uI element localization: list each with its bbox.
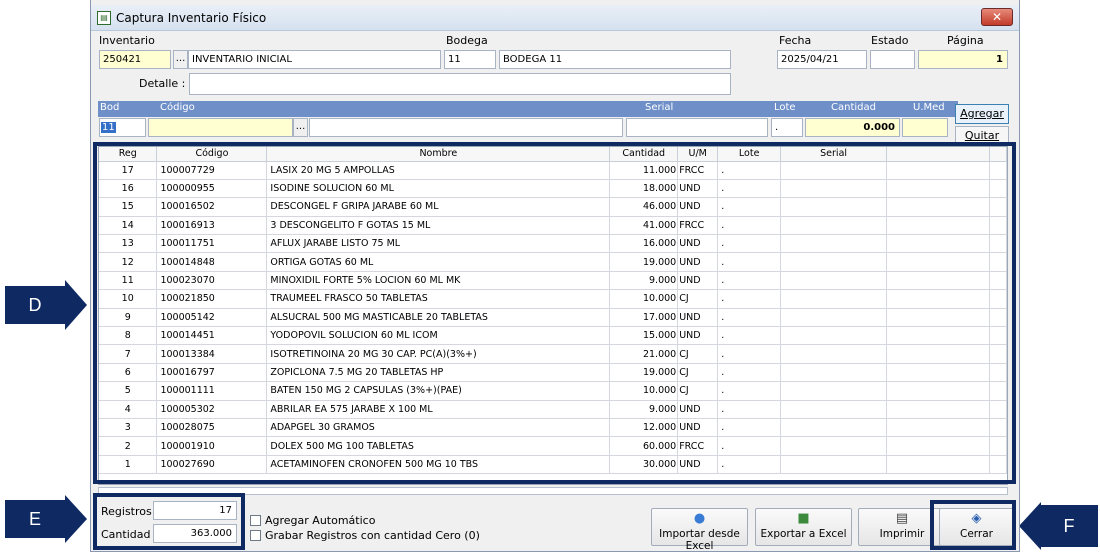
entry-lote-field[interactable]: . (771, 118, 803, 137)
importar-excel-button[interactable]: ● Importar desde Excel (651, 508, 748, 552)
agregar-automatico-label: Agregar Automático (265, 514, 376, 527)
entry-cantidad-label: Cantidad (831, 102, 876, 113)
detalle-field[interactable] (189, 73, 731, 95)
estado-label: Estado (871, 34, 909, 47)
bodega-name-field[interactable]: BODEGA 11 (499, 50, 731, 69)
estado-field[interactable] (870, 50, 915, 69)
agregar-automatico-checkbox[interactable] (250, 515, 261, 526)
highlight-f (930, 500, 1016, 550)
inventario-code-field[interactable]: 250421 (99, 50, 171, 69)
highlight-e (93, 493, 245, 550)
imprimir-label: Imprimir (879, 528, 925, 540)
callout-f-label: F (1063, 516, 1075, 536)
exportar-excel-label: Exportar a Excel (760, 528, 847, 540)
entry-codigo-lookup-button[interactable]: ... (293, 118, 308, 137)
callout-e: E (5, 500, 65, 538)
grabar-cero-checkbox[interactable] (250, 530, 261, 541)
detalle-label: Detalle : (139, 77, 186, 90)
callout-e-label: E (28, 509, 41, 529)
entry-codigo-field[interactable] (148, 118, 293, 137)
entry-bod-selection: 11 (101, 122, 116, 133)
entry-codigo-label: Código (160, 102, 195, 113)
entry-umed-label: U.Med (913, 102, 945, 113)
app-icon: ▤ (97, 11, 111, 25)
pagina-label: Página (947, 34, 984, 47)
agregar-button[interactable]: Agregar (955, 104, 1009, 124)
callout-e-arrow (65, 495, 87, 543)
inventario-lookup-button[interactable]: ... (173, 50, 188, 69)
title-bar: ▤ Captura Inventario Físico ✕ (91, 5, 1019, 31)
inventario-name-field[interactable]: INVENTARIO INICIAL (188, 50, 441, 69)
entry-umed-field[interactable] (902, 118, 948, 137)
close-button[interactable]: ✕ (981, 8, 1013, 26)
exportar-excel-button[interactable]: ■ Exportar a Excel (755, 508, 852, 546)
grabar-cero-label: Grabar Registros con cantidad Cero (0) (265, 529, 480, 542)
entry-bod-field[interactable]: 11 (99, 118, 146, 137)
entry-serial-label: Serial (645, 102, 674, 113)
entry-nombre-field[interactable] (309, 118, 623, 137)
people-icon: ● (693, 511, 706, 526)
entry-lote-label: Lote (774, 102, 796, 113)
briefcase-icon: ■ (797, 511, 810, 526)
callout-f: F (1040, 505, 1098, 547)
bodega-label: Bodega (446, 34, 488, 47)
importar-excel-label: Importar desde Excel (659, 528, 740, 552)
entry-bod-label: Bod (100, 102, 120, 113)
callout-d-arrow (65, 280, 87, 330)
fecha-field[interactable]: 2025/04/21 (777, 50, 867, 69)
pagina-field[interactable]: 1 (918, 50, 1008, 69)
fecha-label: Fecha (779, 34, 812, 47)
callout-d: D (5, 286, 65, 324)
bodega-code-field[interactable]: 11 (444, 50, 496, 69)
callout-d-label: D (28, 295, 42, 315)
window-title: Captura Inventario Físico (116, 11, 267, 25)
entry-serial-field[interactable] (626, 118, 768, 137)
highlight-d (93, 142, 1016, 484)
entry-cantidad-field[interactable]: 0.000 (805, 118, 900, 137)
entry-header-band: Bod Código Serial Lote Cantidad U.Med (98, 101, 958, 117)
inventario-label: Inventario (99, 34, 155, 47)
callout-f-arrow (1019, 502, 1041, 550)
